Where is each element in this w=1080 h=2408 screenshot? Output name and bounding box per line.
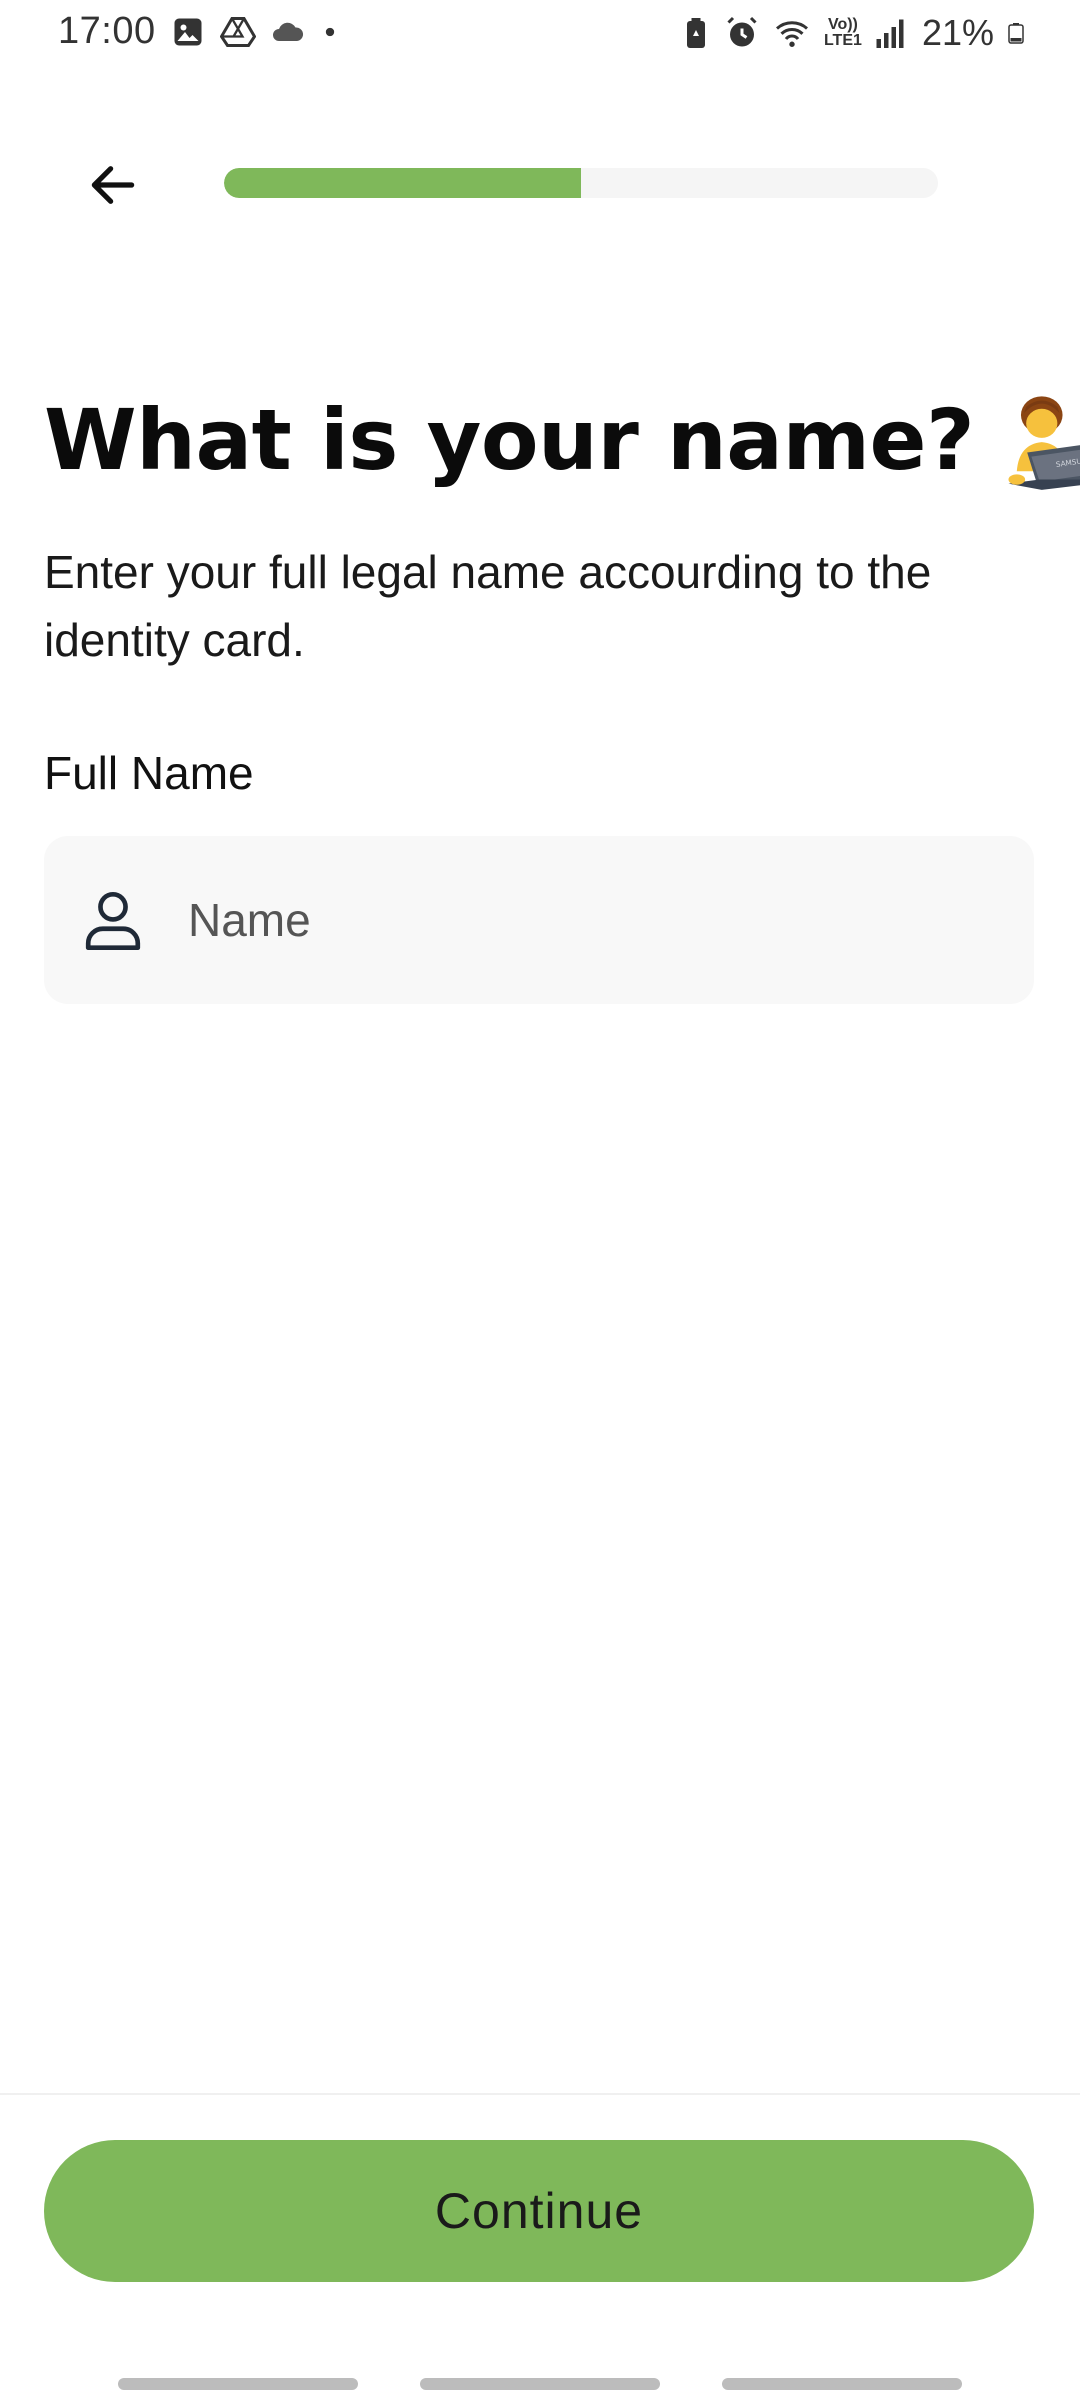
- drive-icon: [219, 16, 256, 47]
- status-time: 17:00: [58, 10, 156, 52]
- battery-icon: [1008, 23, 1024, 44]
- progress-bar: [224, 168, 938, 198]
- alarm-icon: [727, 16, 757, 47]
- nav-pill-left[interactable]: [118, 2378, 358, 2390]
- gesture-nav-bar: [0, 2378, 1080, 2392]
- page-title: What is your name?: [44, 391, 975, 489]
- nav-pill-right[interactable]: [722, 2378, 962, 2390]
- name-input-container[interactable]: [44, 836, 1034, 1004]
- user-icon: [85, 891, 141, 951]
- name-input[interactable]: [188, 893, 988, 947]
- battery-percent: 21%: [921, 12, 994, 53]
- continue-button[interactable]: Continue: [44, 2140, 1034, 2282]
- cloud-icon: [272, 22, 303, 41]
- gallery-icon: [174, 18, 202, 45]
- battery-saver-icon: [686, 18, 705, 48]
- volte-icon: Vo)) LTE1: [823, 16, 862, 49]
- dot-icon: [325, 27, 334, 36]
- wifi-icon: [775, 21, 808, 47]
- status-bar: 17:00 Vo)) LTE1 21%: [0, 0, 1080, 70]
- arrow-left-icon: [91, 166, 135, 204]
- back-button[interactable]: [78, 150, 148, 220]
- status-right: Vo)) LTE1 21%: [678, 12, 1028, 54]
- page-subtitle: Enter your full legal name accourding to…: [44, 546, 932, 666]
- progress-fill: [224, 168, 581, 198]
- status-left: 17:00: [58, 10, 340, 53]
- full-name-label: Full Name: [44, 747, 254, 799]
- bottom-divider: [0, 2093, 1080, 2095]
- person-at-laptop-icon: SAMSUNG: [1008, 396, 1080, 490]
- nav-pill-center[interactable]: [420, 2378, 660, 2390]
- signal-icon: [876, 19, 904, 48]
- title-row: What is your name? SAMSUNG: [44, 388, 1080, 492]
